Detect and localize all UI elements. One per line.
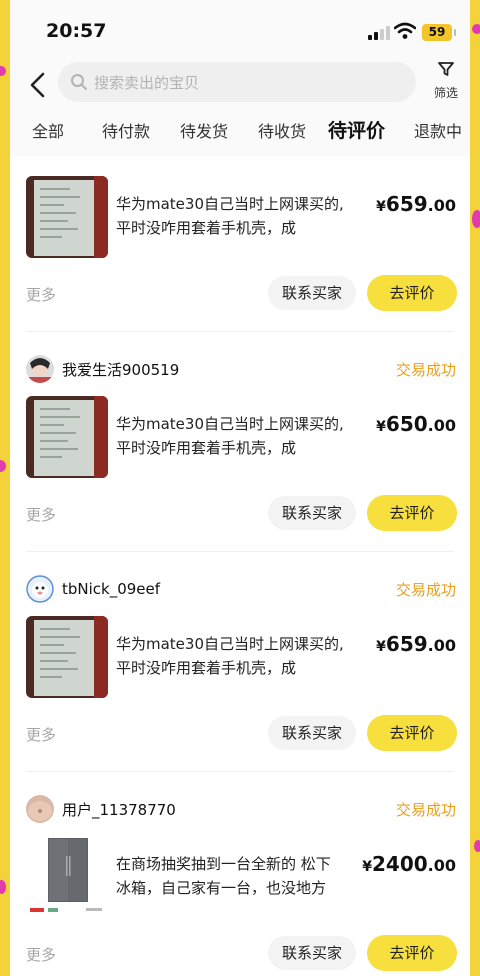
filter-label: 筛选 (433, 86, 458, 100)
tab-pending-shipment[interactable]: 待发货 (180, 118, 228, 142)
more-link[interactable]: 更多 (26, 724, 56, 745)
order-card: 用户_11378770 交易成功 在商场抽奖抽到一台全新的 松下 冰箱，自己家有一… (10, 772, 470, 976)
avatar (26, 575, 54, 603)
tab-pending-payment[interactable]: 待付款 (102, 118, 150, 142)
avatar (26, 795, 54, 823)
buyer-name: tbNick_09eef (62, 580, 161, 598)
phone-screen: 20:57 59 搜索卖出的宝贝 筛选 全部 待付款 待发货 待收货 待评价 退… (10, 0, 470, 976)
tab-pending-receipt[interactable]: 待收货 (258, 118, 306, 142)
confetti-dot (0, 66, 6, 76)
tab-refunding[interactable]: 退款中 (414, 118, 462, 142)
confetti-dot (472, 24, 480, 34)
avatar (26, 355, 54, 383)
confetti-dot (0, 460, 6, 472)
search-row: 搜索卖出的宝贝 筛选 (10, 62, 470, 104)
buyer-name: 我爱生活900519 (62, 360, 180, 379)
buyer-row[interactable]: 用户_11378770 (26, 794, 176, 824)
confetti-dot (474, 840, 480, 852)
funnel-icon (438, 62, 454, 76)
contact-buyer-button[interactable]: 联系买家 (268, 276, 356, 310)
more-link[interactable]: 更多 (26, 284, 56, 305)
price: ¥650.00 (376, 412, 456, 436)
contact-buyer-button[interactable]: 联系买家 (268, 496, 356, 530)
chevron-left-icon (30, 72, 45, 98)
confetti-dot (472, 210, 480, 228)
product-description[interactable]: 华为mate30自己当时上网课买的, 平时没咋用套着手机壳，成 (116, 412, 366, 460)
contact-buyer-button[interactable]: 联系买家 (268, 936, 356, 970)
contact-buyer-button[interactable]: 联系买家 (268, 716, 356, 750)
buyer-row[interactable]: tbNick_09eef (26, 574, 160, 604)
price: ¥2400.00 (362, 852, 456, 876)
order-card: 我爱生活900519 交易成功 华为mate30自己当时上网课买的, 平时没咋用套… (10, 332, 470, 552)
product-description[interactable]: 华为mate30自己当时上网课买的, 平时没咋用套着手机壳，成 (116, 632, 366, 680)
price: ¥659.00 (376, 192, 456, 216)
product-thumbnail-phone[interactable] (26, 616, 108, 698)
more-link[interactable]: 更多 (26, 504, 56, 525)
search-icon (71, 74, 87, 90)
product-description[interactable]: 华为mate30自己当时上网课买的, 平时没咋用套着手机壳，成 (116, 192, 366, 240)
signal-icon (368, 26, 390, 40)
order-card: 华为mate30自己当时上网课买的, 平时没咋用套着手机壳，成 ¥659.00 更… (10, 156, 470, 332)
order-status: 交易成功 (395, 801, 456, 819)
price: ¥659.00 (376, 632, 456, 656)
status-bar: 20:57 59 (10, 0, 470, 64)
search-placeholder: 搜索卖出的宝贝 (94, 74, 200, 92)
review-button[interactable]: 去评价 (367, 715, 457, 751)
buyer-row[interactable]: 我爱生活900519 (26, 354, 179, 384)
tab-pending-review[interactable]: 待评价 (328, 116, 386, 143)
back-button[interactable] (24, 68, 54, 102)
confetti-dot (0, 880, 6, 894)
order-status: 交易成功 (395, 361, 456, 379)
status-time: 20:57 (46, 20, 107, 42)
product-thumbnail-phone[interactable] (26, 396, 108, 478)
filter-button[interactable]: 筛选 (428, 60, 464, 101)
product-thumbnail-fridge[interactable] (26, 836, 108, 918)
order-card: tbNick_09eef 交易成功 华为mate30自己当时上网课买的, 平时没咋… (10, 552, 470, 772)
review-button[interactable]: 去评价 (367, 275, 457, 311)
wifi-icon (394, 22, 416, 39)
buyer-name: 用户_11378770 (62, 800, 176, 819)
order-tabs: 全部 待付款 待发货 待收货 待评价 退款中 (10, 104, 470, 156)
tab-all[interactable]: 全部 (32, 118, 64, 142)
product-description[interactable]: 在商场抽奖抽到一台全新的 松下 冰箱，自己家有一台，也没地方 (116, 852, 366, 900)
battery-indicator: 59 (422, 24, 456, 41)
more-link[interactable]: 更多 (26, 944, 56, 965)
product-thumbnail-phone[interactable] (26, 176, 108, 258)
order-status: 交易成功 (395, 581, 456, 599)
review-button[interactable]: 去评价 (367, 495, 457, 531)
review-button[interactable]: 去评价 (367, 935, 457, 971)
search-input[interactable]: 搜索卖出的宝贝 (58, 62, 416, 102)
